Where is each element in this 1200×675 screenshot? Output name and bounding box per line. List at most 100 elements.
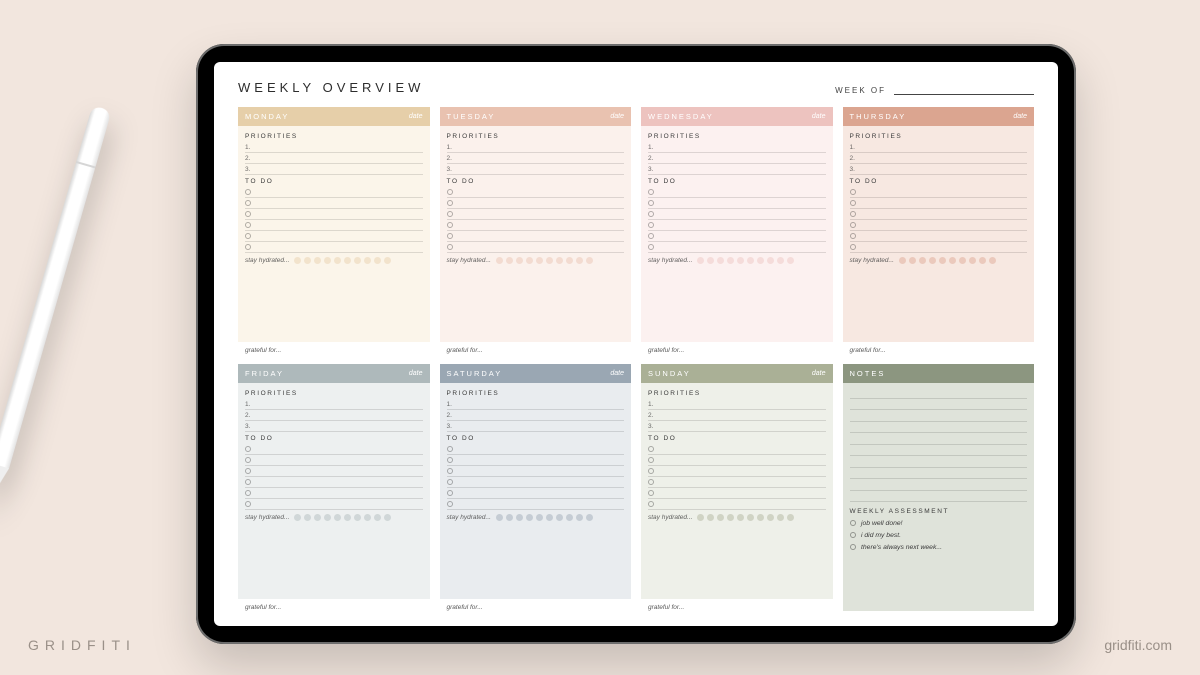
tracker-dot[interactable] [334,514,341,521]
grateful-label[interactable]: grateful for... [238,599,430,611]
priority-line[interactable]: 1. [648,399,826,410]
week-of-field[interactable]: WEEK OF [835,86,1034,95]
priority-line[interactable]: 1. [245,142,423,153]
todo-line[interactable] [447,198,625,209]
notes-line[interactable] [850,399,1028,411]
todo-line[interactable] [245,466,423,477]
tracker-dot[interactable] [384,257,391,264]
tracker-dot[interactable] [546,514,553,521]
checkbox-icon[interactable] [447,233,453,239]
assessment-option[interactable]: there's always next week... [850,541,1028,553]
tracker-dot[interactable] [767,514,774,521]
tracker-dot[interactable] [576,257,583,264]
tracker-dot[interactable] [516,514,523,521]
tracker-dot[interactable] [939,257,946,264]
tracker-dot[interactable] [536,257,543,264]
priority-line[interactable]: 1. [245,399,423,410]
checkbox-icon[interactable] [245,490,251,496]
priority-line[interactable]: 2. [245,153,423,164]
notes-line[interactable] [850,491,1028,503]
priority-line[interactable]: 1. [648,142,826,153]
notes-line[interactable] [850,456,1028,468]
tracker-dot[interactable] [777,514,784,521]
todo-line[interactable] [648,187,826,198]
todo-line[interactable] [648,477,826,488]
todo-line[interactable] [850,220,1028,231]
todo-line[interactable] [447,455,625,466]
todo-line[interactable] [850,231,1028,242]
todo-line[interactable] [447,477,625,488]
grateful-label[interactable]: grateful for... [238,342,430,354]
todo-line[interactable] [447,499,625,510]
checkbox-icon[interactable] [648,189,654,195]
tracker-dot[interactable] [314,514,321,521]
week-of-input-line[interactable] [894,94,1034,95]
checkbox-icon[interactable] [447,211,453,217]
date-label[interactable]: date [812,370,826,377]
checkbox-icon[interactable] [648,200,654,206]
todo-line[interactable] [648,198,826,209]
todo-line[interactable] [245,477,423,488]
tracker-dot[interactable] [334,257,341,264]
checkbox-icon[interactable] [447,200,453,206]
checkbox-icon[interactable] [245,211,251,217]
tracker-dot[interactable] [989,257,996,264]
tracker-dot[interactable] [959,257,966,264]
checkbox-icon[interactable] [648,501,654,507]
priority-line[interactable]: 2. [648,153,826,164]
tracker-dot[interactable] [526,514,533,521]
todo-line[interactable] [245,231,423,242]
priority-line[interactable]: 2. [447,153,625,164]
tracker-dot[interactable] [697,257,704,264]
notes-line[interactable] [850,433,1028,445]
tracker-dot[interactable] [717,257,724,264]
checkbox-icon[interactable] [648,468,654,474]
checkbox-icon[interactable] [447,244,453,250]
tracker-dot[interactable] [526,257,533,264]
tracker-dot[interactable] [324,514,331,521]
tracker-dot[interactable] [556,514,563,521]
checkbox-icon[interactable] [648,490,654,496]
todo-line[interactable] [245,488,423,499]
priority-line[interactable]: 2. [447,410,625,421]
checkbox-icon[interactable] [245,189,251,195]
tracker-dot[interactable] [374,514,381,521]
todo-line[interactable] [648,220,826,231]
priority-line[interactable]: 3. [648,421,826,432]
tracker-dot[interactable] [787,257,794,264]
tracker-dot[interactable] [757,257,764,264]
tracker-dot[interactable] [354,257,361,264]
tracker-dot[interactable] [354,514,361,521]
todo-line[interactable] [850,209,1028,220]
checkbox-icon[interactable] [648,233,654,239]
priority-line[interactable]: 3. [245,164,423,175]
checkbox-icon[interactable] [850,200,856,206]
priority-line[interactable]: 2. [850,153,1028,164]
tracker-dot[interactable] [929,257,936,264]
tracker-dot[interactable] [899,257,906,264]
notes-line[interactable] [850,387,1028,399]
checkbox-icon[interactable] [245,233,251,239]
todo-line[interactable] [447,187,625,198]
notes-line[interactable] [850,479,1028,491]
todo-line[interactable] [447,466,625,477]
tracker-dot[interactable] [767,257,774,264]
checkbox-icon[interactable] [447,446,453,452]
tracker-dot[interactable] [516,257,523,264]
checkbox-icon[interactable] [648,222,654,228]
date-label[interactable]: date [409,370,423,377]
tracker-dot[interactable] [566,257,573,264]
priority-line[interactable]: 3. [850,164,1028,175]
tracker-dot[interactable] [374,257,381,264]
notes-line[interactable] [850,410,1028,422]
todo-line[interactable] [850,198,1028,209]
checkbox-icon[interactable] [245,446,251,452]
tracker-dot[interactable] [294,514,301,521]
tracker-dot[interactable] [344,514,351,521]
tracker-dot[interactable] [717,514,724,521]
checkbox-icon[interactable] [850,189,856,195]
todo-line[interactable] [447,231,625,242]
tracker-dot[interactable] [314,257,321,264]
tracker-dot[interactable] [344,257,351,264]
checkbox-icon[interactable] [648,479,654,485]
